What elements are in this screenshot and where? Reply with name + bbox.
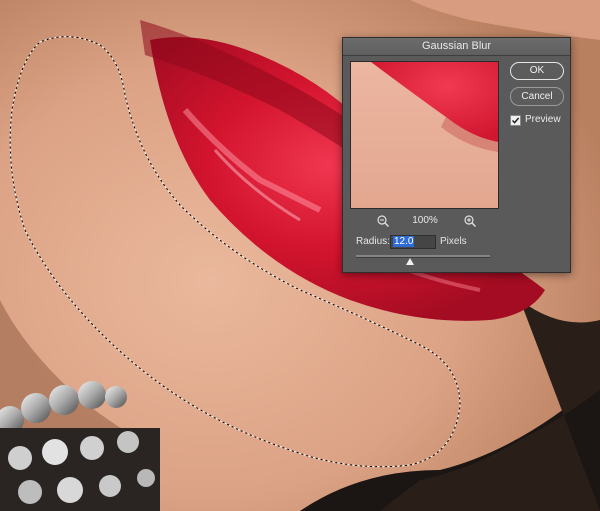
ok-button[interactable]: OK: [510, 62, 564, 80]
zoom-controls: 100%: [350, 214, 499, 228]
radius-input[interactable]: 12.0: [390, 235, 436, 249]
preview-image: [351, 62, 498, 208]
preview-checkbox[interactable]: [510, 115, 521, 126]
blur-preview[interactable]: [350, 61, 499, 209]
radius-units: Pixels: [440, 236, 467, 247]
zoom-level: 100%: [412, 215, 438, 226]
dialog-title[interactable]: Gaussian Blur: [343, 38, 570, 56]
radius-slider-track[interactable]: [356, 255, 490, 258]
zoom-out-icon[interactable]: [376, 214, 390, 228]
radius-label: Radius:: [356, 236, 390, 247]
preview-option: Preview: [510, 114, 568, 126]
radius-value[interactable]: 12.0: [393, 236, 415, 247]
preview-label: Preview: [525, 114, 561, 125]
photo-canvas[interactable]: Gaussian Blur 100% Radius: 12.0 Pixels O…: [0, 0, 600, 511]
gaussian-blur-dialog: Gaussian Blur 100% Radius: 12.0 Pixels O…: [342, 37, 571, 273]
radius-row: Radius: 12.0 Pixels: [356, 235, 566, 249]
cancel-button[interactable]: Cancel: [510, 87, 564, 106]
checkmark-icon: [511, 117, 520, 124]
zoom-in-icon[interactable]: [463, 214, 477, 228]
radius-slider-thumb[interactable]: [406, 258, 414, 265]
